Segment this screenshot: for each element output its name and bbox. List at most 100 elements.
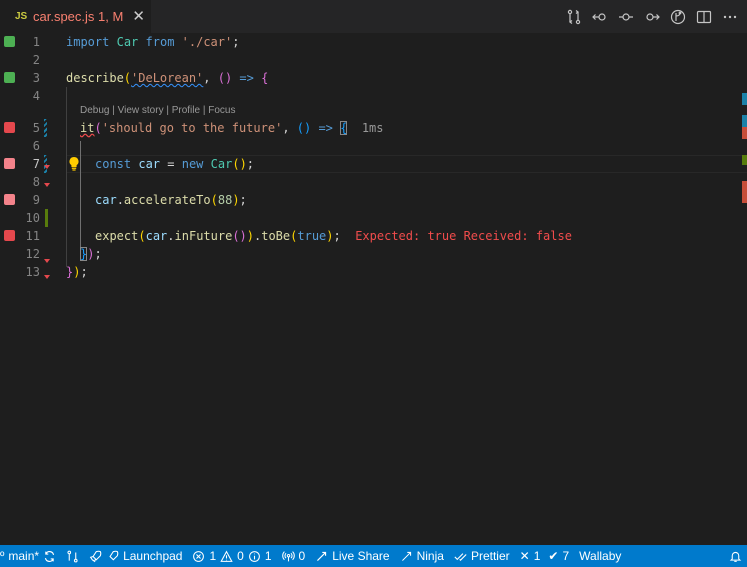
- warning-count: 0: [237, 549, 244, 563]
- modified-line-indicator[interactable]: [44, 119, 47, 137]
- go-back-icon[interactable]: [587, 4, 613, 30]
- code-line-2: 2: [0, 51, 747, 69]
- rocket-icon-2: [109, 550, 119, 560]
- ninja-icon: [401, 551, 411, 561]
- prettier-label: Prettier: [470, 549, 510, 563]
- test-codelens[interactable]: Debug | View story | Profile | Focus: [80, 105, 235, 116]
- line-number: 2: [32, 53, 40, 67]
- compare-changes-icon[interactable]: [561, 4, 587, 30]
- test-failed-path-icon[interactable]: [4, 194, 15, 205]
- modified-line-indicator[interactable]: [44, 155, 47, 173]
- code-line-1: 1 import Car from './car';: [0, 33, 747, 51]
- line-number: 5: [32, 121, 40, 135]
- status-ninja[interactable]: Ninja: [395, 545, 449, 567]
- inline-error-message: Expected: true Received: false: [355, 229, 572, 243]
- line-number: 10: [25, 211, 40, 225]
- git-graph-icon[interactable]: [665, 4, 691, 30]
- status-bar: º main* Launchpad 1 0 1 0 Live Share Nin…: [0, 545, 747, 567]
- code-line-7: 7 const car = new Car();: [0, 155, 747, 173]
- error-count: 1: [209, 549, 217, 563]
- code-line-9: 9 car.accelerateTo(88);: [0, 183, 747, 209]
- code-line-5: 5 it('should go to the future', () => { …: [0, 119, 747, 137]
- more-actions-icon[interactable]: [717, 4, 743, 30]
- wallaby-label: Wallaby: [579, 549, 622, 563]
- code-line-4: 4: [0, 87, 747, 105]
- ninja-label: Ninja: [416, 549, 444, 563]
- overview-ruler-error: [742, 181, 747, 203]
- tab-car-spec[interactable]: JS car.spec.js 1, M ✕: [0, 0, 151, 33]
- overview-ruler-modified: [742, 115, 747, 127]
- status-live-share[interactable]: Live Share: [310, 545, 394, 567]
- deleted-line-indicator[interactable]: [44, 259, 50, 263]
- code-line-10: 10: [0, 209, 747, 227]
- sync-icon[interactable]: [43, 550, 56, 563]
- tab-label: car.spec.js 1, M: [33, 9, 124, 24]
- status-problems[interactable]: 1 0 1: [187, 545, 276, 567]
- code-line-11: 11 expect(car.inFuture()).toBe(true); Ex…: [0, 227, 747, 245]
- bell-icon: [729, 551, 742, 562]
- test-failed-icon[interactable]: [4, 122, 15, 133]
- error-icon: [193, 550, 205, 562]
- added-line-indicator[interactable]: [45, 209, 48, 227]
- code-line-8: 8: [0, 165, 747, 191]
- overview-ruler-error: [742, 127, 747, 139]
- live-share-label: Live Share: [332, 549, 390, 563]
- code-line-12: 12 });: [0, 245, 747, 263]
- live-share-icon: [317, 551, 327, 561]
- rocket-icon: [89, 550, 102, 562]
- line-number: 7: [32, 157, 40, 171]
- status-ports[interactable]: 0: [277, 545, 311, 567]
- deleted-line-indicator[interactable]: [44, 183, 50, 187]
- line-number: 4: [32, 89, 40, 103]
- code-line-6: 6: [0, 137, 747, 155]
- split-editor-icon[interactable]: [691, 4, 717, 30]
- status-prettier[interactable]: Prettier: [449, 545, 515, 567]
- lightbulb-icon[interactable]: [68, 156, 80, 172]
- close-tab-icon[interactable]: ✕: [132, 9, 145, 24]
- git-branch-icon: º: [0, 549, 5, 563]
- line-number: 9: [32, 193, 40, 207]
- tab-bar: JS car.spec.js 1, M ✕: [0, 0, 747, 33]
- broadcast-icon: [281, 550, 295, 561]
- test-failed-icon[interactable]: [4, 230, 15, 241]
- ports-count: 0: [298, 549, 306, 563]
- test-timing: 1ms: [361, 121, 384, 135]
- editor-actions: [561, 0, 743, 33]
- git-commit-icon[interactable]: [613, 4, 639, 30]
- test-failed-path-icon[interactable]: [4, 158, 15, 169]
- line-number: 13: [25, 265, 40, 279]
- overview-ruler-modified: [742, 93, 747, 105]
- warning-icon: [220, 550, 233, 562]
- code-line-3: 3 describe('DeLorean', () => {: [0, 69, 747, 87]
- passed-tests-icon: ✔: [548, 549, 559, 563]
- line-number: 6: [32, 139, 40, 153]
- branch-label: main*: [8, 549, 40, 563]
- deleted-line-indicator[interactable]: [44, 275, 50, 279]
- test-passed-icon[interactable]: [4, 72, 15, 83]
- passed-tests-count: 7: [562, 549, 570, 563]
- javascript-file-icon: JS: [15, 11, 28, 22]
- test-passed-icon[interactable]: [4, 36, 15, 47]
- failed-tests-count: 1: [533, 549, 541, 563]
- status-git-graph[interactable]: [61, 545, 84, 567]
- deleted-line-indicator[interactable]: [44, 165, 50, 169]
- info-count: 1: [264, 549, 272, 563]
- line-number: 8: [32, 175, 40, 189]
- status-wallaby[interactable]: ✕ 1 ✔ 7 Wallaby: [515, 545, 627, 567]
- info-icon: [248, 550, 260, 562]
- launchpad-label: Launchpad: [123, 549, 183, 563]
- go-forward-icon[interactable]: [639, 4, 665, 30]
- overview-ruler-added: [742, 155, 747, 165]
- code-line-13: 13 });: [0, 259, 747, 281]
- status-branch[interactable]: º main*: [0, 545, 61, 567]
- git-compare-icon: [67, 550, 78, 562]
- status-notifications[interactable]: [724, 545, 747, 567]
- line-number: 3: [32, 71, 40, 85]
- line-number: 12: [25, 247, 40, 261]
- code-editor[interactable]: 1 import Car from './car'; 2 3 describe(…: [0, 33, 747, 545]
- line-number: 1: [32, 35, 40, 49]
- line-number: 11: [25, 229, 40, 243]
- double-check-icon: [454, 552, 467, 561]
- failed-tests-icon: ✕: [519, 549, 530, 563]
- status-launchpad[interactable]: Launchpad: [84, 545, 187, 567]
